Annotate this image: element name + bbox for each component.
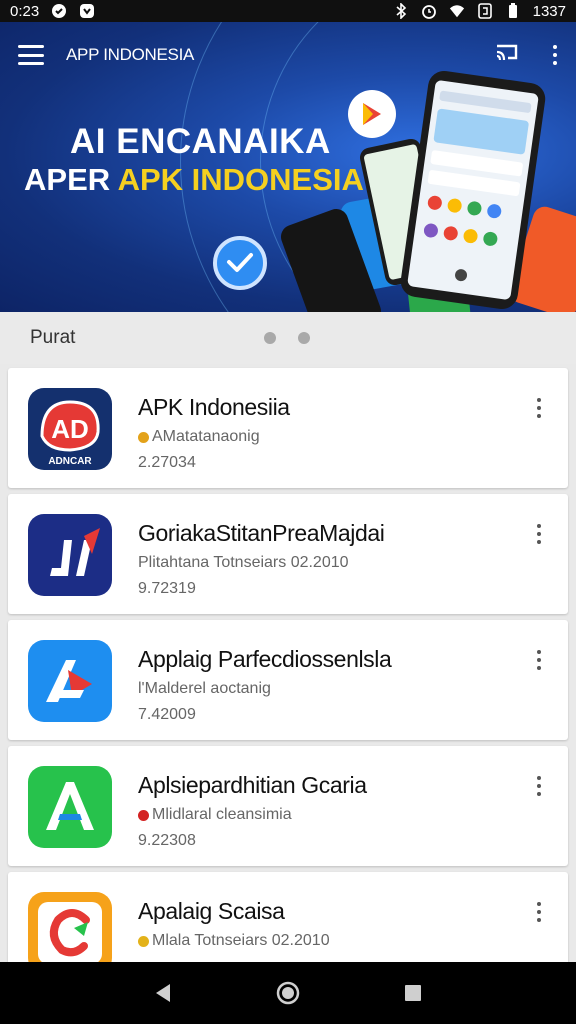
overflow-menu-icon[interactable] <box>536 650 542 670</box>
overflow-menu-icon[interactable] <box>536 398 542 418</box>
nfc-icon <box>477 3 493 19</box>
hero-headline-prefix: APER <box>24 162 111 197</box>
home-button-icon[interactable] <box>268 973 308 1013</box>
app-meta: 2.27034 <box>138 454 196 471</box>
back-button-icon[interactable] <box>143 973 183 1013</box>
hero-headline-line1: AI ENCANAIKA <box>70 122 331 161</box>
alarm-icon <box>421 3 437 19</box>
status-bar: 0:23 1337 <box>0 0 576 22</box>
app-subtitle: AMatatanaonig <box>138 428 260 446</box>
hero-headline-line2: APER APK INDONESIA <box>24 162 364 198</box>
recents-button-icon[interactable] <box>393 973 433 1013</box>
ji-logo-icon <box>28 514 112 596</box>
cast-icon[interactable] <box>494 42 520 69</box>
system-nav-bar <box>0 962 576 1024</box>
verified-check-icon <box>213 236 267 290</box>
status-dot-icon <box>138 935 149 947</box>
app-list: AD ADNCAR APK Indonesiia AMatatanaonig 2… <box>8 368 568 998</box>
app-meta: 7.42009 <box>138 706 196 723</box>
app-name: Applaig Parfecdiossenlsla <box>138 646 392 672</box>
app-card[interactable]: Aplsiepardhitian Gcaria Mlidlaral cleans… <box>8 746 568 866</box>
app-name: Aplsiepardhitian Gcaria <box>138 772 367 798</box>
overflow-menu-icon[interactable] <box>552 45 558 65</box>
app-card[interactable]: Applaig Parfecdiossenlsla l'Malderel aoc… <box>8 620 568 740</box>
app-subtitle: Plitahtana Totnseiars 02.2010 <box>138 554 349 571</box>
app-name: GoriakaStitanPreaMajdai <box>138 520 385 546</box>
pager-dot[interactable] <box>298 332 310 344</box>
section-title: Purat <box>30 327 76 348</box>
hero-banner[interactable]: APP INDONESIA AI ENCANAIKA APER APK INDO… <box>0 22 576 312</box>
app-name: APK Indonesiia <box>138 394 290 420</box>
svg-text:ADNCAR: ADNCAR <box>48 456 92 467</box>
play-store-icon <box>348 90 396 138</box>
notification-icon <box>51 3 67 19</box>
app-card[interactable]: AD ADNCAR APK Indonesiia AMatatanaonig 2… <box>8 368 568 488</box>
app-title: APP INDONESIA <box>66 45 195 64</box>
app-meta: 9.72319 <box>138 580 196 597</box>
app-subtitle: Mlala Totnseiars 02.2010 <box>138 932 330 950</box>
status-battery-text: 1337 <box>532 2 566 20</box>
messenger-icon <box>79 3 95 19</box>
pager-dot[interactable] <box>264 332 276 344</box>
overflow-menu-icon[interactable] <box>536 524 542 544</box>
status-time: 0:23 <box>10 2 40 20</box>
carousel-pager[interactable] <box>264 332 310 344</box>
app-name: Apalaig Scaisa <box>138 898 285 924</box>
app-card[interactable]: GoriakaStitanPreaMajdai Plitahtana Totns… <box>8 494 568 614</box>
section-header: Purat <box>0 312 576 364</box>
app-subtitle: Mlidlaral cleansimia <box>138 806 292 824</box>
overflow-menu-icon[interactable] <box>536 902 542 922</box>
app-subtitle: l'Malderel aoctanig <box>138 680 271 697</box>
apk-logo-icon: AD ADNCAR <box>28 388 112 470</box>
wifi-icon <box>449 3 465 19</box>
app-meta: 9.22308 <box>138 832 196 849</box>
a-green-logo-icon <box>28 766 112 848</box>
a-arrow-logo-icon <box>28 640 112 722</box>
status-dot-icon <box>138 809 149 821</box>
overflow-menu-icon[interactable] <box>536 776 542 796</box>
battery-icon <box>505 3 521 19</box>
status-dot-icon <box>138 431 149 443</box>
svg-text:AD: AD <box>51 414 89 444</box>
bluetooth-icon <box>393 3 409 19</box>
hero-headline-accent: APK INDONESIA <box>117 162 364 197</box>
hamburger-menu-icon[interactable] <box>18 45 44 65</box>
